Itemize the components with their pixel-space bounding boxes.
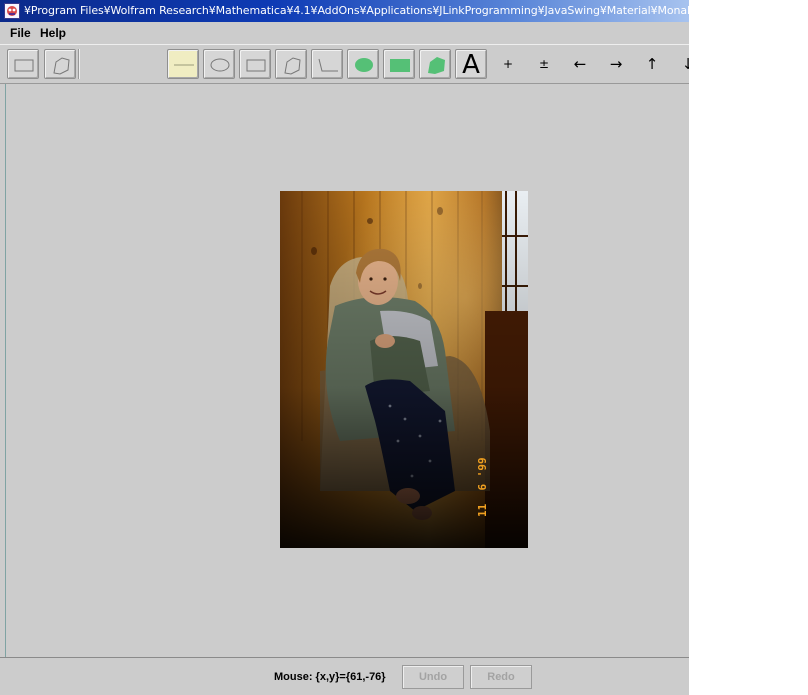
arrow-up-icon: ↑ [645, 55, 659, 73]
photo-image [280, 191, 528, 548]
move-up-button[interactable]: ↑ [636, 49, 668, 79]
menu-file[interactable]: File [10, 26, 31, 40]
polygon-tool[interactable] [275, 49, 307, 79]
zoom-out-button[interactable]: ± [528, 49, 560, 79]
title-bar[interactable]: ¥Program Files¥Wolfram Research¥Mathemat… [0, 0, 689, 22]
arrow-left-icon: ← [573, 55, 587, 73]
menu-bar: File Help [0, 22, 689, 45]
text-icon: A [462, 50, 480, 80]
move-left-button[interactable]: ← [564, 49, 596, 79]
polygon-outline-icon [53, 57, 70, 75]
status-bar: Mouse: {x,y}={61,-76} Undo Redo [0, 657, 689, 695]
select-polygon-tool[interactable] [44, 49, 76, 79]
rectangle-tool[interactable] [239, 49, 271, 79]
rectangle-outline-icon [246, 59, 266, 72]
filled-ellipse-icon [355, 58, 373, 72]
move-down-button[interactable]: ↓ [672, 49, 689, 79]
ellipse-tool[interactable] [203, 49, 235, 79]
polyline-icon [318, 58, 338, 72]
photo-date-stamp: 11 6 '99 [476, 457, 489, 517]
filled-polygon-icon [428, 57, 445, 74]
toolbar: A + ± ← → ↑ ↓ [0, 45, 689, 84]
app-icon [4, 3, 20, 19]
text-tool[interactable]: A [455, 49, 487, 80]
undo-button[interactable]: Undo [402, 665, 464, 689]
filled-rectangle-tool[interactable] [383, 49, 415, 79]
polygon-outline-icon [284, 57, 301, 75]
arrow-right-icon: → [609, 55, 623, 73]
plus-icon: + [502, 57, 514, 71]
plus-minus-icon: ± [538, 57, 550, 71]
mouse-coordinates: Mouse: {x,y}={61,-76} [274, 671, 386, 683]
move-right-button[interactable]: → [600, 49, 632, 79]
line-icon [174, 64, 194, 66]
loaded-photo: 11 6 '99 [280, 191, 528, 548]
arrow-down-icon: ↓ [681, 55, 689, 73]
filled-ellipse-tool[interactable] [347, 49, 379, 79]
polyline-tool[interactable] [311, 49, 343, 79]
select-rectangle-tool[interactable] [7, 49, 39, 79]
zoom-in-button[interactable]: + [492, 49, 524, 79]
filled-rectangle-icon [390, 59, 410, 72]
window-title: ¥Program Files¥Wolfram Research¥Mathemat… [24, 4, 689, 17]
menu-help[interactable]: Help [40, 26, 66, 40]
line-tool[interactable] [167, 49, 199, 79]
ellipse-outline-icon [210, 58, 230, 72]
redo-button[interactable]: Redo [470, 665, 532, 689]
drawing-canvas[interactable]: 11 6 '99 [5, 84, 689, 657]
app-window: ¥Program Files¥Wolfram Research¥Mathemat… [0, 0, 689, 695]
rectangle-outline-icon [14, 59, 34, 72]
toolbar-separator [78, 49, 80, 79]
filled-polygon-tool[interactable] [419, 49, 451, 79]
